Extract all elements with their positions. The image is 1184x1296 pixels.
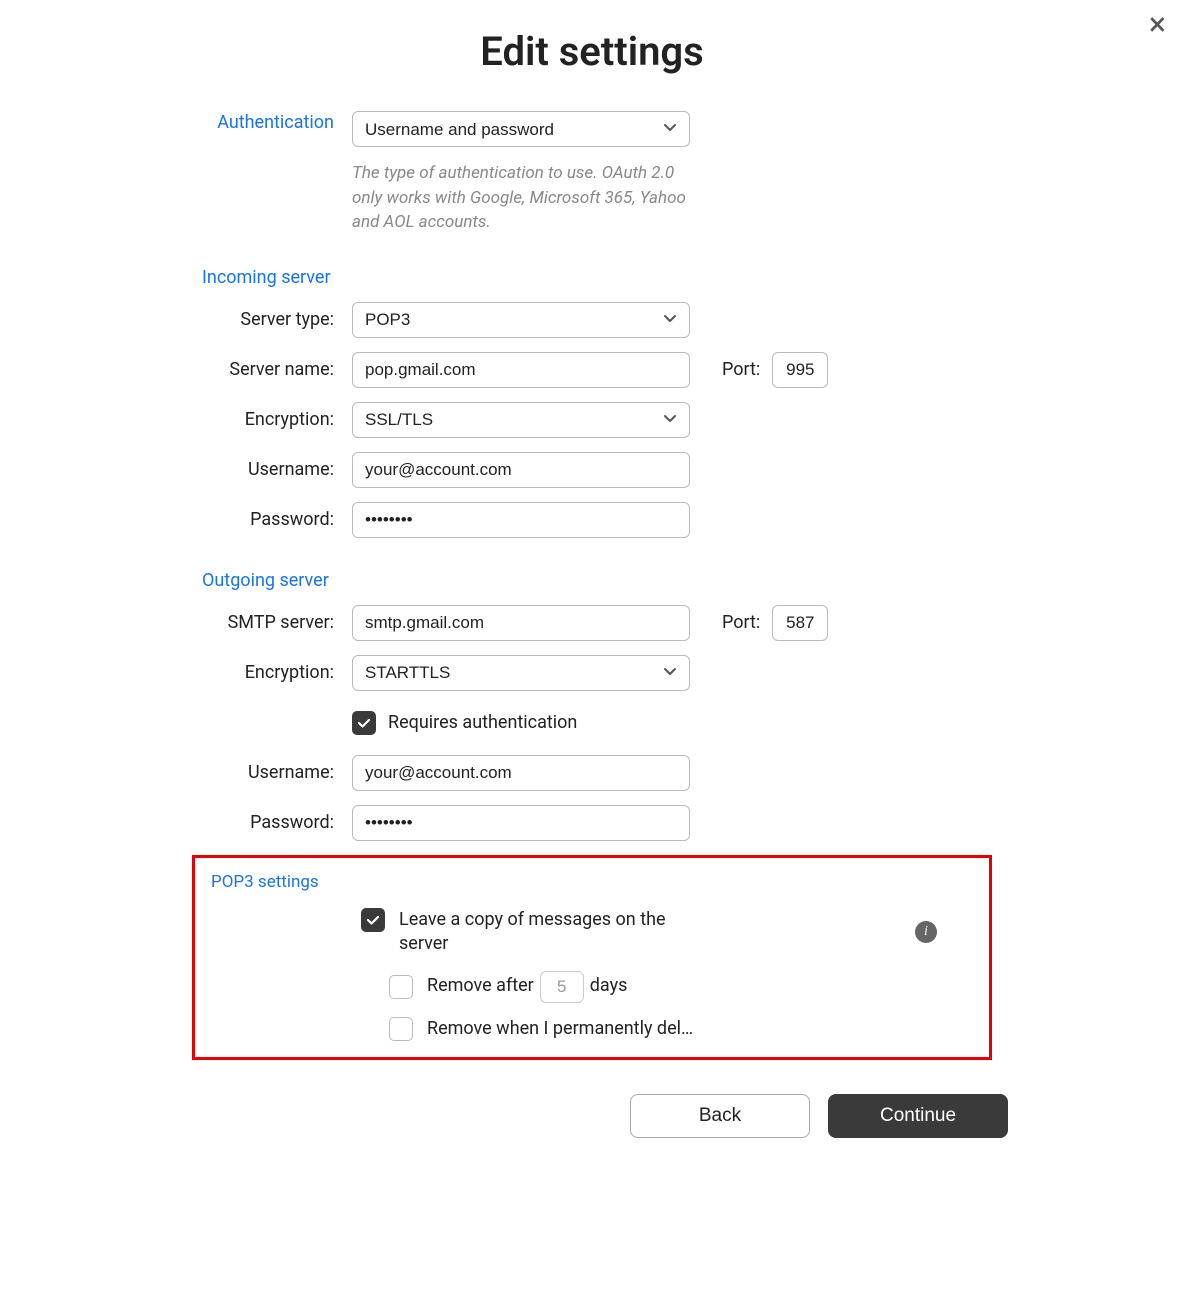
incoming-username-label: Username: (192, 459, 352, 480)
incoming-username-input[interactable] (352, 452, 690, 488)
outgoing-encryption-select[interactable]: STARTTLS (352, 655, 690, 691)
remove-after-checkbox[interactable] (389, 975, 413, 999)
outgoing-encryption-label: Encryption: (192, 662, 352, 683)
requires-auth-checkbox[interactable] (352, 711, 376, 735)
info-icon[interactable]: i (915, 921, 937, 943)
outgoing-port-label: Port: (722, 612, 760, 633)
outgoing-server-section: Outgoing server (192, 570, 992, 591)
outgoing-password-label: Password: (192, 812, 352, 833)
incoming-port-label: Port: (722, 359, 760, 380)
pop3-settings-section: POP3 settings (211, 872, 977, 892)
incoming-password-label: Password: (192, 509, 352, 530)
server-type-select[interactable]: POP3 (352, 302, 690, 338)
requires-auth-label: Requires authentication (388, 712, 577, 733)
remove-after-post: days (590, 974, 628, 998)
server-type-label: Server type: (192, 309, 352, 330)
remove-permanent-checkbox[interactable] (389, 1017, 413, 1041)
outgoing-port-input[interactable] (772, 605, 828, 641)
page-title: Edit settings (192, 28, 992, 75)
back-button[interactable]: Back (630, 1094, 810, 1138)
authentication-label: Authentication (192, 112, 352, 133)
incoming-encryption-label: Encryption: (192, 409, 352, 430)
incoming-password-input[interactable] (352, 502, 690, 538)
leave-copy-label: Leave a copy of messages on the server (399, 908, 689, 957)
authentication-select[interactable]: Username and password (352, 111, 690, 147)
smtp-server-input[interactable] (352, 605, 690, 641)
remove-after-days-input[interactable] (540, 971, 584, 1003)
incoming-port-input[interactable] (772, 352, 828, 388)
remove-permanent-label: Remove when I permanently del… (427, 1017, 693, 1041)
remove-after-pre: Remove after (427, 974, 534, 998)
outgoing-password-input[interactable] (352, 805, 690, 841)
close-icon[interactable]: × (1149, 8, 1166, 40)
incoming-encryption-select[interactable]: SSL/TLS (352, 402, 690, 438)
outgoing-username-input[interactable] (352, 755, 690, 791)
continue-button[interactable]: Continue (828, 1094, 1008, 1138)
outgoing-username-label: Username: (192, 762, 352, 783)
leave-copy-checkbox[interactable] (361, 908, 385, 932)
incoming-server-name-input[interactable] (352, 352, 690, 388)
authentication-hint: The type of authentication to use. OAuth… (352, 161, 702, 235)
incoming-server-name-label: Server name: (192, 359, 352, 380)
smtp-server-label: SMTP server: (192, 612, 352, 633)
pop3-settings-highlight: POP3 settings Leave a copy of messages o… (192, 855, 992, 1060)
incoming-server-section: Incoming server (192, 267, 992, 288)
